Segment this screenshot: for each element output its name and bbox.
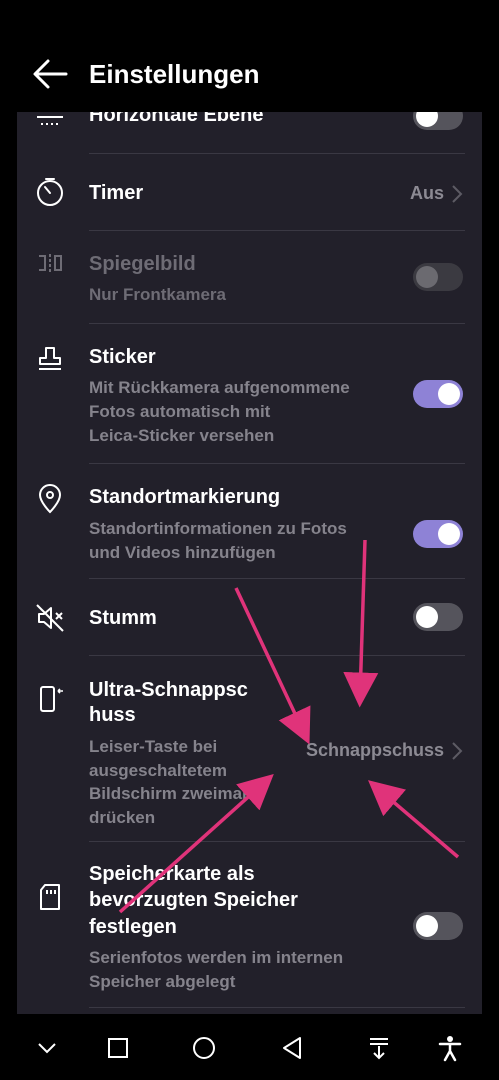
setting-subtitle: ausgeschaltetem	[89, 761, 227, 780]
setting-subtitle: Nur Frontkamera	[89, 285, 226, 304]
notification-pull-icon[interactable]	[365, 1034, 393, 1062]
mirror-toggle	[413, 263, 463, 291]
setting-sticker[interactable]: Sticker Mit Rückkamera aufgenommene Foto…	[17, 324, 482, 464]
horizontal-level-toggle[interactable]	[413, 112, 463, 130]
sd-card-toggle[interactable]	[413, 912, 463, 940]
setting-label: Sticker	[89, 346, 156, 368]
ultra-snapshot-value: Schnappschuss	[305, 740, 444, 760]
setting-ultra-snapshot[interactable]: Ultra-Schnappsc huss Leiser-Taste bei au…	[17, 656, 482, 842]
setting-subtitle: drücken	[89, 808, 156, 827]
sticker-toggle[interactable]	[413, 380, 463, 408]
setting-label: bevorzugten Speicher	[89, 889, 298, 911]
setting-subtitle: Bildschirm zweimal	[89, 784, 247, 803]
setting-location[interactable]: Standortmarkierung Standortinformationen…	[17, 464, 482, 579]
setting-subtitle: Mit Rückkamera aufgenommene	[89, 378, 350, 397]
setting-label: Spiegelbild	[89, 253, 196, 275]
setting-mute[interactable]: Stumm	[17, 579, 482, 656]
page-title: Einstellungen	[89, 59, 260, 89]
home-circle-icon[interactable]	[190, 1034, 218, 1062]
setting-subtitle: Leica-Sticker versehen	[89, 426, 275, 445]
setting-label: Timer	[89, 182, 144, 204]
setting-horizontal-level[interactable]: Horizontale Ebene	[17, 112, 482, 154]
phone-side-key-icon	[40, 686, 63, 712]
setting-label: Speicherkarte als	[89, 863, 255, 885]
setting-subtitle: und Videos hinzufügen	[89, 543, 276, 562]
setting-sd-card[interactable]: Speicherkarte als bevorzugten Speicher f…	[17, 842, 482, 1008]
stamp-icon	[39, 347, 61, 370]
setting-label: Horizontale Ebene	[89, 112, 264, 126]
setting-subtitle: Leiser-Taste bei	[89, 737, 218, 756]
chevron-down-icon[interactable]	[33, 1034, 61, 1062]
level-icon	[37, 116, 63, 125]
accessibility-icon[interactable]	[436, 1034, 464, 1062]
system-navigation-bar	[0, 1014, 499, 1080]
setting-timer[interactable]: Timer Aus	[17, 154, 482, 231]
setting-subtitle: Standortinformationen zu Fotos	[89, 519, 347, 538]
speaker-muted-icon	[36, 604, 64, 632]
location-toggle[interactable]	[413, 520, 463, 548]
mirror-icon	[39, 254, 62, 272]
setting-label: huss	[89, 704, 136, 726]
setting-subtitle: Fotos automatisch mit	[89, 402, 271, 421]
setting-subtitle: Serienfotos werden im internen	[89, 948, 344, 967]
app-bar: Einstellungen	[0, 0, 499, 112]
setting-mirror: Spiegelbild Nur Frontkamera	[17, 231, 482, 324]
location-pin-icon	[38, 484, 62, 514]
timer-icon	[37, 178, 63, 206]
back-triangle-icon[interactable]	[278, 1034, 306, 1062]
recents-square-icon[interactable]	[104, 1034, 132, 1062]
setting-subtitle: Speicher abgelegt	[89, 972, 236, 991]
mute-toggle[interactable]	[413, 603, 463, 631]
setting-label: Standortmarkierung	[89, 486, 281, 508]
setting-label: Ultra-Schnappsc	[89, 679, 248, 701]
chevron-right-icon	[452, 185, 463, 203]
setting-label: festlegen	[89, 916, 177, 938]
settings-list: Horizontale Ebene Timer Aus Spiegelbild …	[17, 112, 482, 1014]
chevron-right-icon	[452, 742, 463, 760]
back-arrow-icon[interactable]	[30, 56, 70, 92]
setting-label: Stumm	[89, 607, 157, 629]
timer-value: Aus	[409, 183, 444, 203]
sd-card-icon	[40, 884, 60, 910]
